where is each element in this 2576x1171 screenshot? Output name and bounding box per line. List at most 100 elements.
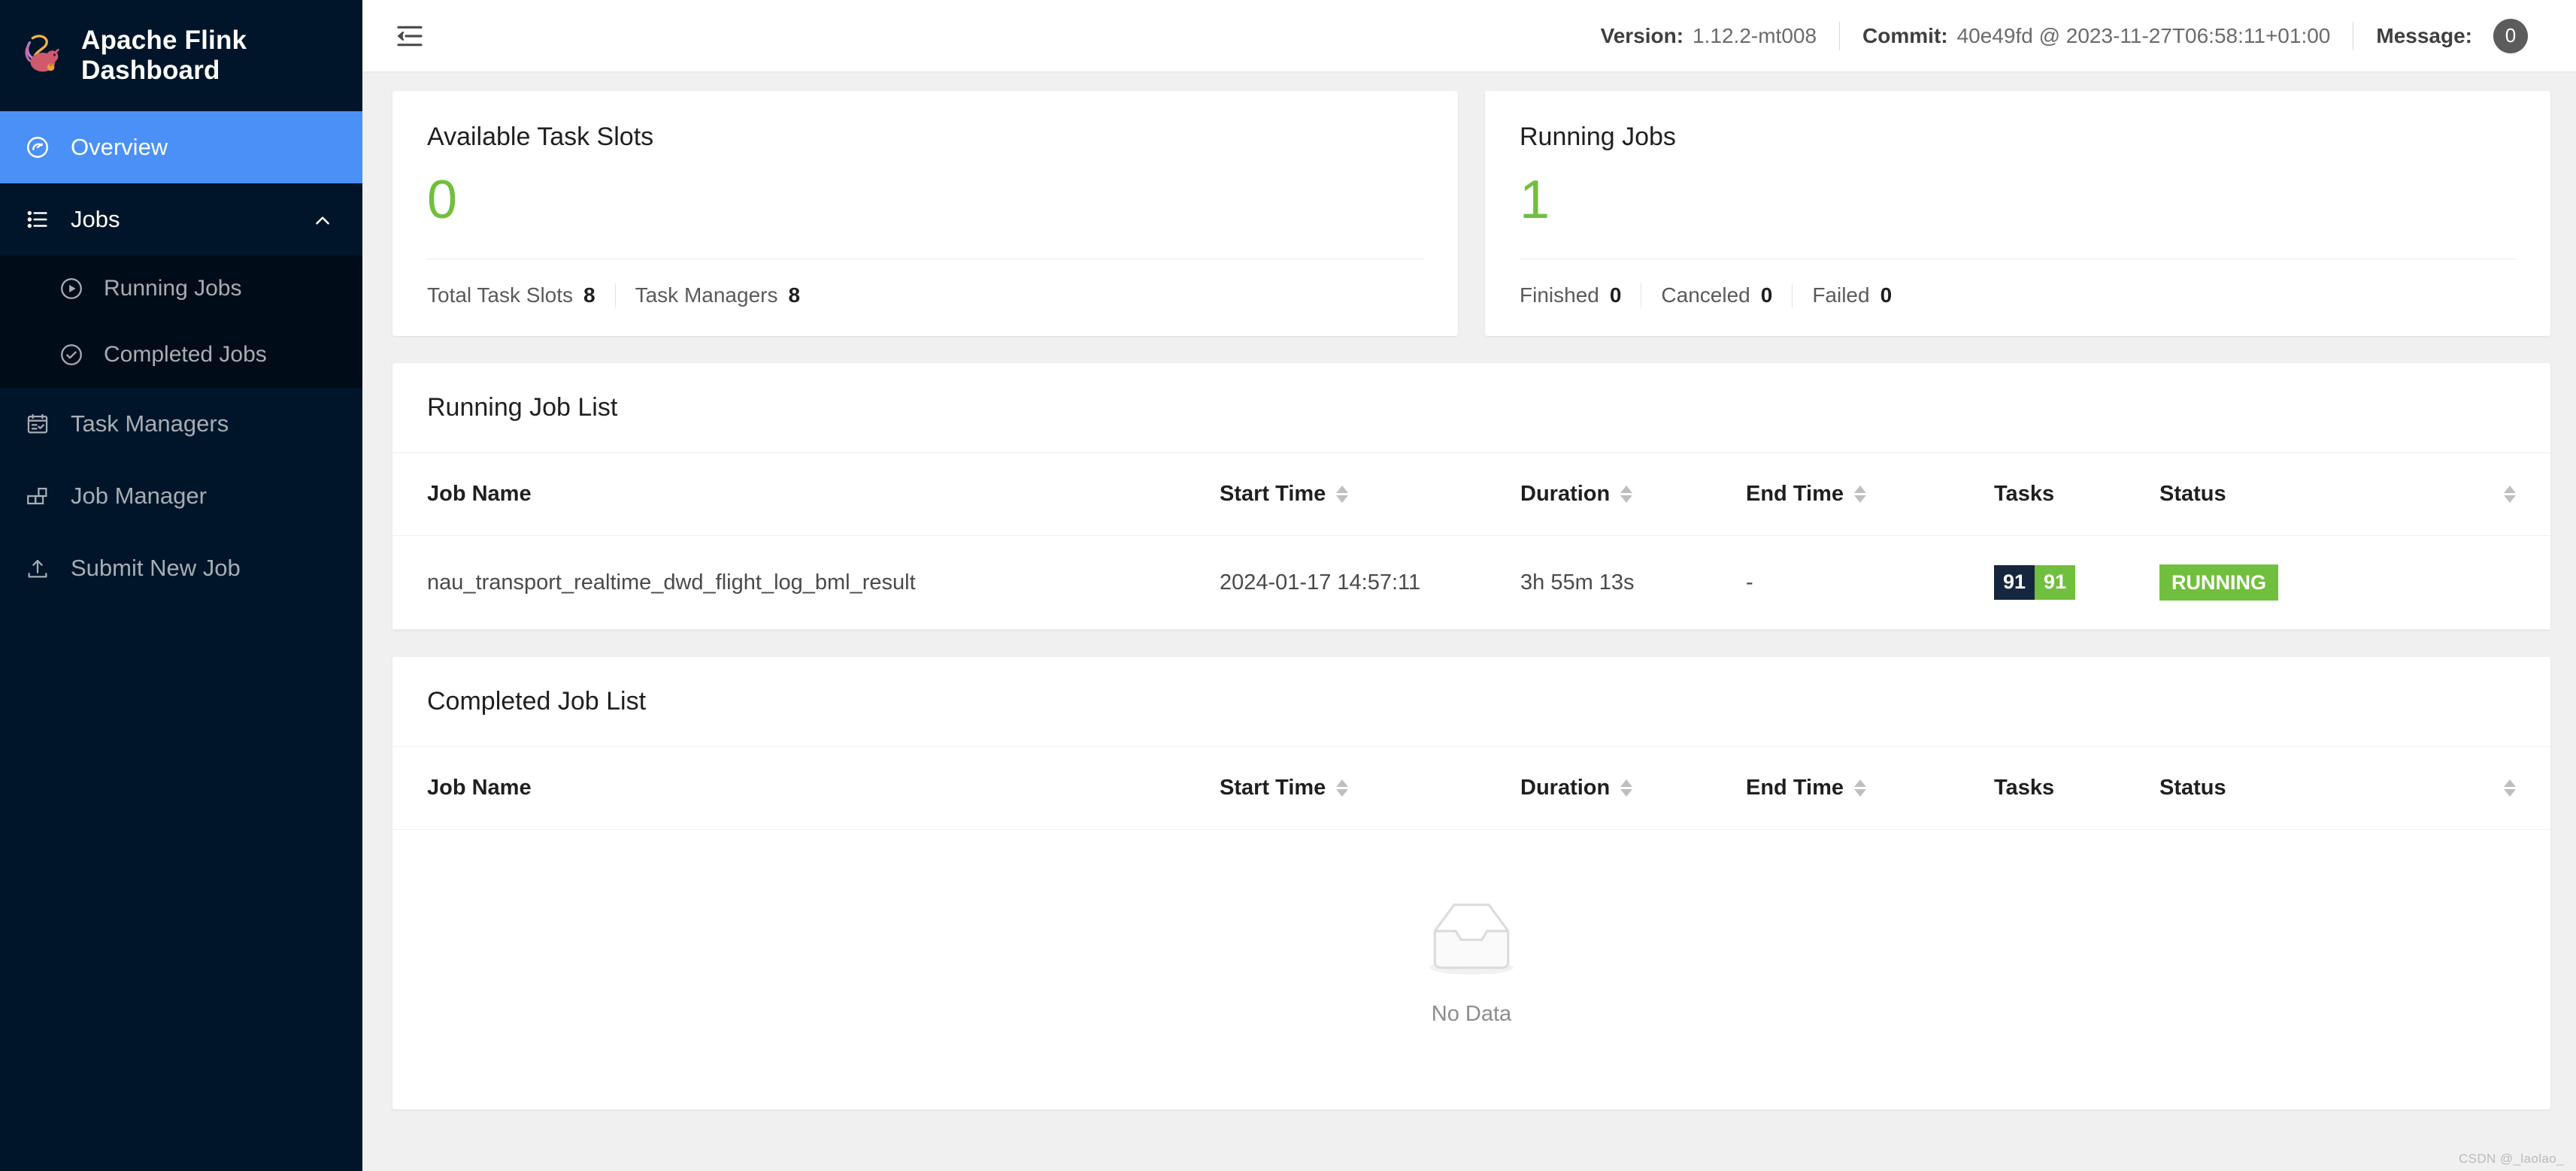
sort-toggle-status[interactable] bbox=[2504, 779, 2516, 797]
footer-metric-value: 0 bbox=[1880, 283, 1893, 307]
sidebar-item-overview[interactable]: Overview bbox=[0, 111, 362, 183]
column-label: Tasks bbox=[1994, 776, 2055, 800]
play-circle-icon bbox=[59, 276, 84, 301]
completed-job-list-title: Completed Job List bbox=[392, 657, 2550, 748]
cell-job-name[interactable]: nau_transport_realtime_dwd_flight_log_bm… bbox=[392, 535, 1220, 631]
cell-tasks: 91 91 bbox=[1994, 535, 2159, 631]
sidebar-submenu-jobs: Running Jobs Completed Jobs bbox=[0, 256, 362, 388]
footer-metric-label: Total Task Slots bbox=[427, 283, 574, 307]
column-header-end-time[interactable]: End Time bbox=[1746, 453, 1994, 536]
menu-fold-icon[interactable] bbox=[392, 19, 427, 53]
sidebar-item-submit-new-job[interactable]: Submit New Job bbox=[0, 532, 362, 604]
footer-metric-value: 8 bbox=[788, 283, 801, 307]
column-header-tasks: Tasks bbox=[1994, 747, 2159, 831]
task-running-badge: 91 bbox=[2035, 565, 2076, 601]
completed-job-table: Job Name Start Time Duration End Time Ta… bbox=[392, 747, 2550, 831]
sidebar: Apache Flink Dashboard Overview Jobs Run… bbox=[0, 0, 362, 1171]
table-header: Job Name Start Time Duration End Time Ta… bbox=[392, 747, 2550, 831]
footer-metric-value: 0 bbox=[1609, 283, 1622, 307]
chevron-up-icon[interactable] bbox=[313, 210, 332, 229]
upload-icon bbox=[24, 555, 51, 582]
sidebar-nav: Overview Jobs Running Jobs Completed Job… bbox=[0, 111, 362, 604]
column-label: Duration bbox=[1520, 776, 1611, 800]
sidebar-item-label: Completed Jobs bbox=[104, 342, 267, 367]
version-value: 1.12.2-mt008 bbox=[1693, 23, 1817, 47]
sidebar-item-jobs[interactable]: Jobs bbox=[0, 183, 362, 256]
card-title: Available Task Slots bbox=[427, 123, 654, 151]
footer-metric-label: Canceled bbox=[1661, 283, 1750, 307]
column-header-duration[interactable]: Duration bbox=[1520, 747, 1746, 831]
schedule-icon bbox=[24, 410, 51, 437]
column-label: Job Name bbox=[427, 482, 532, 506]
empty-state-text: No Data bbox=[1431, 1002, 1512, 1027]
footer-metric-label: Failed bbox=[1812, 283, 1870, 307]
sort-toggle-duration[interactable] bbox=[1620, 486, 1633, 503]
version-label: Version: bbox=[1600, 23, 1684, 47]
column-header-start-time[interactable]: Start Time bbox=[1220, 747, 1520, 831]
page-content: Available Task Slots 0 Total Task Slots … bbox=[362, 71, 2576, 1171]
card-title: Running Jobs bbox=[1520, 123, 1676, 151]
completed-job-list-card: Completed Job List Job Name Start Time D… bbox=[392, 657, 2550, 1110]
sidebar-item-label: Submit New Job bbox=[71, 555, 241, 581]
check-circle-icon bbox=[59, 342, 84, 368]
column-header-status[interactable]: Status bbox=[2159, 747, 2550, 831]
flink-squirrel-logo bbox=[18, 32, 65, 79]
running-job-table: Job Name Start Time Duration End Time Ta… bbox=[392, 453, 2550, 631]
task-badges: 91 91 bbox=[1994, 565, 2076, 601]
sidebar-item-running-jobs[interactable]: Running Jobs bbox=[0, 256, 362, 322]
column-header-end-time[interactable]: End Time bbox=[1746, 747, 1994, 831]
layout-block-icon bbox=[24, 483, 51, 510]
footer-metric: Finished 0 bbox=[1520, 283, 1641, 307]
stats-row: Available Task Slots 0 Total Task Slots … bbox=[392, 91, 2550, 336]
table-row[interactable]: nau_transport_realtime_dwd_flight_log_bm… bbox=[392, 535, 2550, 631]
sort-toggle-duration[interactable] bbox=[1620, 779, 1633, 797]
footer-metric-label: Task Managers bbox=[635, 283, 778, 307]
column-label: Start Time bbox=[1220, 776, 1326, 800]
footer-metric-value: 8 bbox=[583, 283, 596, 307]
column-header-status[interactable]: Status bbox=[2159, 453, 2550, 536]
column-header-job-name: Job Name bbox=[392, 747, 1220, 831]
available-task-slots-card: Available Task Slots 0 Total Task Slots … bbox=[392, 91, 1458, 336]
brand: Apache Flink Dashboard bbox=[0, 0, 362, 111]
card-footer: Total Task Slots 8 Task Managers 8 bbox=[427, 259, 1423, 307]
topbar: Version: 1.12.2-mt008 Commit: 40e49fd @ … bbox=[362, 0, 2576, 71]
sort-toggle-start-time[interactable] bbox=[1336, 486, 1349, 503]
cell-duration: 3h 55m 13s bbox=[1520, 535, 1746, 631]
footer-metric-value: 0 bbox=[1760, 283, 1773, 307]
message-count-badge[interactable]: 0 bbox=[2493, 18, 2528, 53]
table-header-row: Job Name Start Time Duration End Time Ta… bbox=[392, 453, 2550, 536]
sort-toggle-end-time[interactable] bbox=[1854, 486, 1866, 503]
sort-toggle-start-time[interactable] bbox=[1336, 779, 1349, 797]
sidebar-item-label: Jobs bbox=[71, 206, 120, 232]
cell-end-time: - bbox=[1746, 535, 1994, 631]
status-badge: RUNNING bbox=[2159, 564, 2278, 601]
running-job-list-title: Running Job List bbox=[392, 363, 2550, 453]
app-root: Apache Flink Dashboard Overview Jobs Run… bbox=[0, 0, 2576, 1171]
commit-label: Commit: bbox=[1862, 23, 1948, 47]
column-header-start-time[interactable]: Start Time bbox=[1220, 453, 1520, 536]
running-job-list-card: Running Job List Job Name Start Time Dur… bbox=[392, 363, 2550, 631]
footer-metric: Failed 0 bbox=[1792, 283, 1911, 307]
sidebar-item-label: Job Manager bbox=[71, 483, 207, 509]
sidebar-item-job-manager[interactable]: Job Manager bbox=[0, 460, 362, 532]
empty-inbox-icon bbox=[1415, 894, 1528, 985]
sort-toggle-status[interactable] bbox=[2504, 486, 2516, 503]
table-body: nau_transport_realtime_dwd_flight_log_bm… bbox=[392, 535, 2550, 631]
table-header-row: Job Name Start Time Duration End Time Ta… bbox=[392, 747, 2550, 831]
column-label: Job Name bbox=[427, 776, 532, 800]
column-header-tasks: Tasks bbox=[1994, 453, 2159, 536]
cell-start-time: 2024-01-17 14:57:11 bbox=[1220, 535, 1520, 631]
task-total-badge: 91 bbox=[1994, 565, 2035, 601]
footer-metric: Task Managers 8 bbox=[614, 283, 820, 307]
dashboard-icon bbox=[24, 134, 51, 161]
cell-status: RUNNING bbox=[2159, 535, 2550, 631]
sidebar-item-task-managers[interactable]: Task Managers bbox=[0, 388, 362, 460]
column-label: Duration bbox=[1520, 482, 1611, 506]
column-header-duration[interactable]: Duration bbox=[1520, 453, 1746, 536]
version-info: Version: 1.12.2-mt008 bbox=[1578, 24, 1839, 48]
sidebar-item-completed-jobs[interactable]: Completed Jobs bbox=[0, 322, 362, 388]
sort-toggle-end-time[interactable] bbox=[1854, 779, 1866, 797]
commit-value: 40e49fd @ 2023-11-27T06:58:11+01:00 bbox=[1956, 23, 2331, 47]
column-label: Status bbox=[2159, 482, 2226, 506]
running-jobs-card: Running Jobs 1 Finished 0 Canceled 0 Fai… bbox=[1485, 91, 2550, 336]
